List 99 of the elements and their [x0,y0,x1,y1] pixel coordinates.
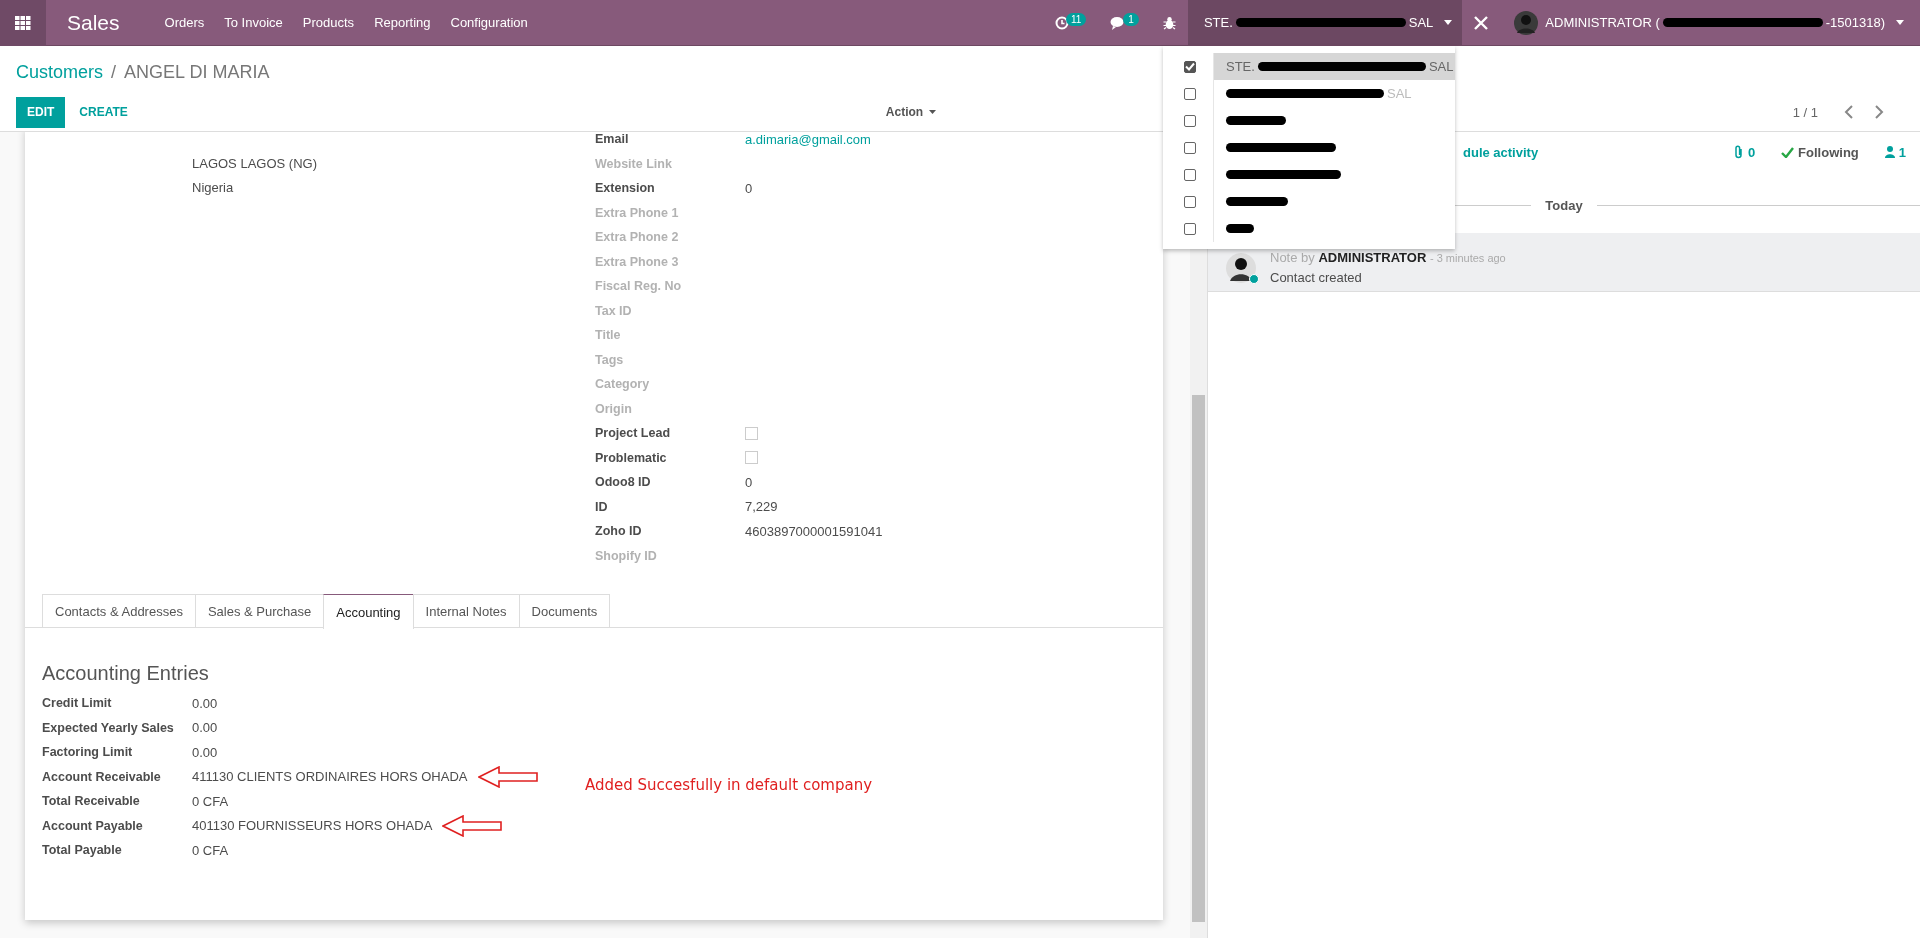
date-separator: Today [1545,198,1583,213]
field-label: Extra Phone 2 [595,230,680,245]
field-label: ID [595,499,609,514]
field-label: Total Payable [42,843,123,858]
field-label: Fiscal Reg. No [595,279,683,294]
field-label: Website Link [595,156,673,171]
field-label: Extension [595,181,656,196]
menu-item[interactable]: Configuration [450,15,528,30]
menu-item[interactable]: Reporting [374,15,431,30]
breadcrumb-separator: / [111,61,117,83]
field-label: Tax ID [595,303,633,318]
avatar-icon [1226,253,1256,283]
address-line: LAGOS LAGOS (NG) [192,155,317,171]
field-value: 4603897000001591041 [745,523,883,539]
field-value: 0 CFA [192,793,229,809]
tab[interactable]: Documents [518,594,611,627]
attachments-counter[interactable]: 0 [1733,144,1756,160]
field-label: Odoo8 ID [595,475,652,490]
field-value: 0.00 [192,720,218,736]
email-link[interactable]: a.dimaria@gmail.com [745,132,871,147]
bug-icon [1162,15,1176,30]
caret-icon [929,110,937,114]
field-label: Origin [595,401,633,416]
pager-counter: 1 / 1 [1792,104,1818,120]
schedule-activity-link[interactable]: dule activity [1463,144,1539,160]
breadcrumb-current: ANGEL DI MARIA [124,61,270,83]
checkbox[interactable] [1184,60,1196,73]
field-label: Email [595,132,630,147]
field-label: Factoring Limit [42,745,134,760]
field-value: 0 [745,180,753,196]
user-name: -1501318) [1825,15,1885,30]
field-label: Account Receivable [42,769,162,784]
chevron-right-icon[interactable] [1874,105,1884,119]
count-badge: 11 [1065,13,1087,26]
field-label: Extra Phone 1 [595,205,680,220]
person-icon [1884,146,1895,158]
avatar-icon [1514,10,1539,35]
edit-button[interactable]: EDIT [16,96,66,128]
menu-item[interactable]: Orders [164,15,205,30]
tab[interactable]: Accounting [323,594,414,629]
checkmark-icon [1781,146,1795,158]
address-line: Nigeria [192,180,234,196]
field-label: Zoho ID [595,524,643,539]
checkbox[interactable] [1184,222,1196,235]
field-value: 401130 FOURNISSEURS HORS OHADA [192,818,433,834]
checkbox[interactable] [1184,141,1196,154]
grid-icon [15,15,31,30]
company-name: SAL [1408,15,1434,30]
company-name: STE. [1203,15,1233,30]
checkbox[interactable] [1184,168,1196,181]
field-value: 0.00 [192,744,218,760]
user-menu[interactable]: ADMINISTRATOR ( -1501318) [1500,0,1920,45]
message-meta: Note by [1270,250,1315,265]
field-label: Project Lead [595,426,672,441]
company-switcher[interactable]: STE. SAL [1187,0,1463,45]
count-badge: 1 [1123,13,1139,26]
action-dropdown[interactable]: Action [885,105,937,119]
field-label: Total Receivable [42,794,141,809]
create-button[interactable]: CREATE [65,105,142,119]
checkbox[interactable] [1184,195,1196,208]
annotation-text: Added Succesfully in default company [585,775,872,794]
tab[interactable]: Contacts & Addresses [42,594,196,627]
breadcrumb-link[interactable]: Customers [16,61,104,83]
clock-icon [1054,15,1069,30]
field-value: 411130 CLIENTS ORDINAIRES HORS OHADA [192,769,468,785]
company-menu-item[interactable]: STE. SAL [1213,53,1455,80]
menu-item[interactable]: To Invoice [224,15,283,30]
checkbox[interactable] [1184,87,1196,100]
scrollbar-thumb[interactable] [1192,395,1205,922]
field-label: Expected Yearly Sales [42,720,175,735]
activity-button[interactable]: 11 [1042,0,1099,45]
field-label: Tags [595,352,625,367]
field-value: 0.00 [192,695,218,711]
following-button[interactable]: Following [1781,144,1859,160]
message-time: - 3 minutes ago [1429,252,1506,264]
app-title: Sales [67,10,120,35]
message-author: ADMINISTRATOR [1318,250,1427,265]
field-value: 0 [745,474,753,490]
caret-icon [1896,20,1904,25]
field-value: 7,229 [745,499,778,515]
field-label: Credit Limit [42,696,113,711]
checkbox[interactable] [1184,114,1196,127]
message-body: Contact created [1270,270,1363,285]
user-name: ADMINISTRATOR ( [1545,15,1660,30]
followers-counter[interactable]: 1 [1884,144,1906,160]
apps-menu-button[interactable] [0,0,46,46]
field-label: Category [595,377,651,392]
field-label: Shopify ID [595,548,658,563]
messages-button[interactable]: 1 [1098,0,1151,45]
field-value: 0 CFA [192,842,229,858]
chevron-left-icon[interactable] [1844,105,1854,119]
section-title: Accounting Entries [42,662,210,685]
field-label: Problematic [595,450,668,465]
field-label: Extra Phone 3 [595,254,680,269]
field-label: Account Payable [42,818,144,833]
field-label: Title [595,328,622,343]
menu-item[interactable]: Products [302,15,355,30]
caret-icon [1444,20,1453,25]
paperclip-icon [1733,145,1744,159]
